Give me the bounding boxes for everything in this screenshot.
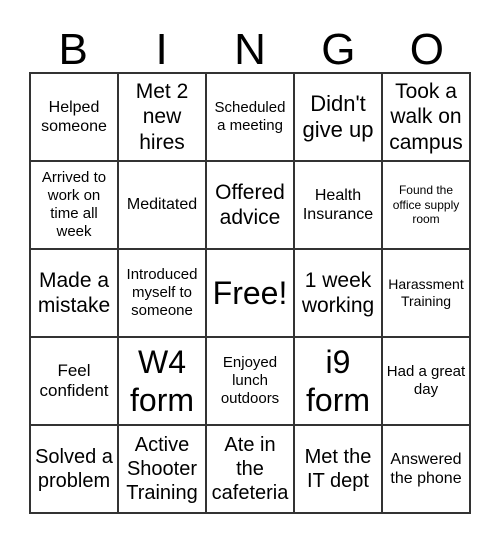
bingo-cell[interactable]: Feel confident [30, 337, 118, 425]
bingo-cell[interactable]: Had a great day [382, 337, 470, 425]
bingo-cell[interactable]: Health Insurance [294, 161, 382, 249]
bingo-cell[interactable]: Scheduled a meeting [206, 73, 294, 161]
header-letter-n: N [234, 25, 266, 74]
header-letter-b: B [58, 25, 88, 74]
bingo-header: B I N G O [29, 26, 471, 74]
header-letter-i: I [155, 25, 168, 74]
bingo-cell[interactable]: i9 form [294, 337, 382, 425]
header-letter-o: O [409, 25, 444, 74]
bingo-cell[interactable]: Arrived to work on time all week [30, 161, 118, 249]
bingo-cell[interactable]: Met the IT dept [294, 425, 382, 513]
bingo-cell[interactable]: Meditated [118, 161, 206, 249]
bingo-cell[interactable]: Made a mistake [30, 249, 118, 337]
bingo-cell[interactable]: Harassment Training [382, 249, 470, 337]
bingo-cell[interactable]: Answered the phone [382, 425, 470, 513]
bingo-cell[interactable]: Met 2 new hires [118, 73, 206, 161]
bingo-cell[interactable]: Introduced myself to someone [118, 249, 206, 337]
bingo-grid: Helped someone Met 2 new hires Scheduled a… [29, 72, 471, 514]
bingo-cell[interactable]: Ate in the cafeteria [206, 425, 294, 513]
bingo-cell[interactable]: Offered advice [206, 161, 294, 249]
bingo-cell[interactable]: Took a walk on campus [382, 73, 470, 161]
header-letter-g: G [321, 25, 356, 74]
bingo-cell[interactable]: Active Shooter Training [118, 425, 206, 513]
bingo-cell[interactable]: Helped someone [30, 73, 118, 161]
bingo-cell[interactable]: Free! [206, 249, 294, 337]
bingo-cell[interactable]: 1 week working [294, 249, 382, 337]
bingo-cell[interactable]: W4 form [118, 337, 206, 425]
bingo-cell[interactable]: Found the office supply room [382, 161, 470, 249]
bingo-cell[interactable]: Enjoyed lunch outdoors [206, 337, 294, 425]
bingo-cell[interactable]: Didn't give up [294, 73, 382, 161]
bingo-cell[interactable]: Solved a problem [30, 425, 118, 513]
